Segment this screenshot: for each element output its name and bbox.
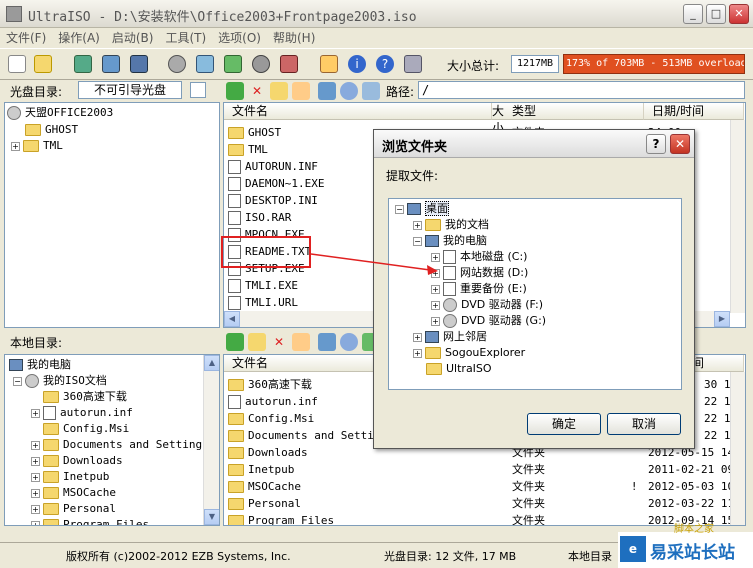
- callout-arrow: [310, 253, 438, 275]
